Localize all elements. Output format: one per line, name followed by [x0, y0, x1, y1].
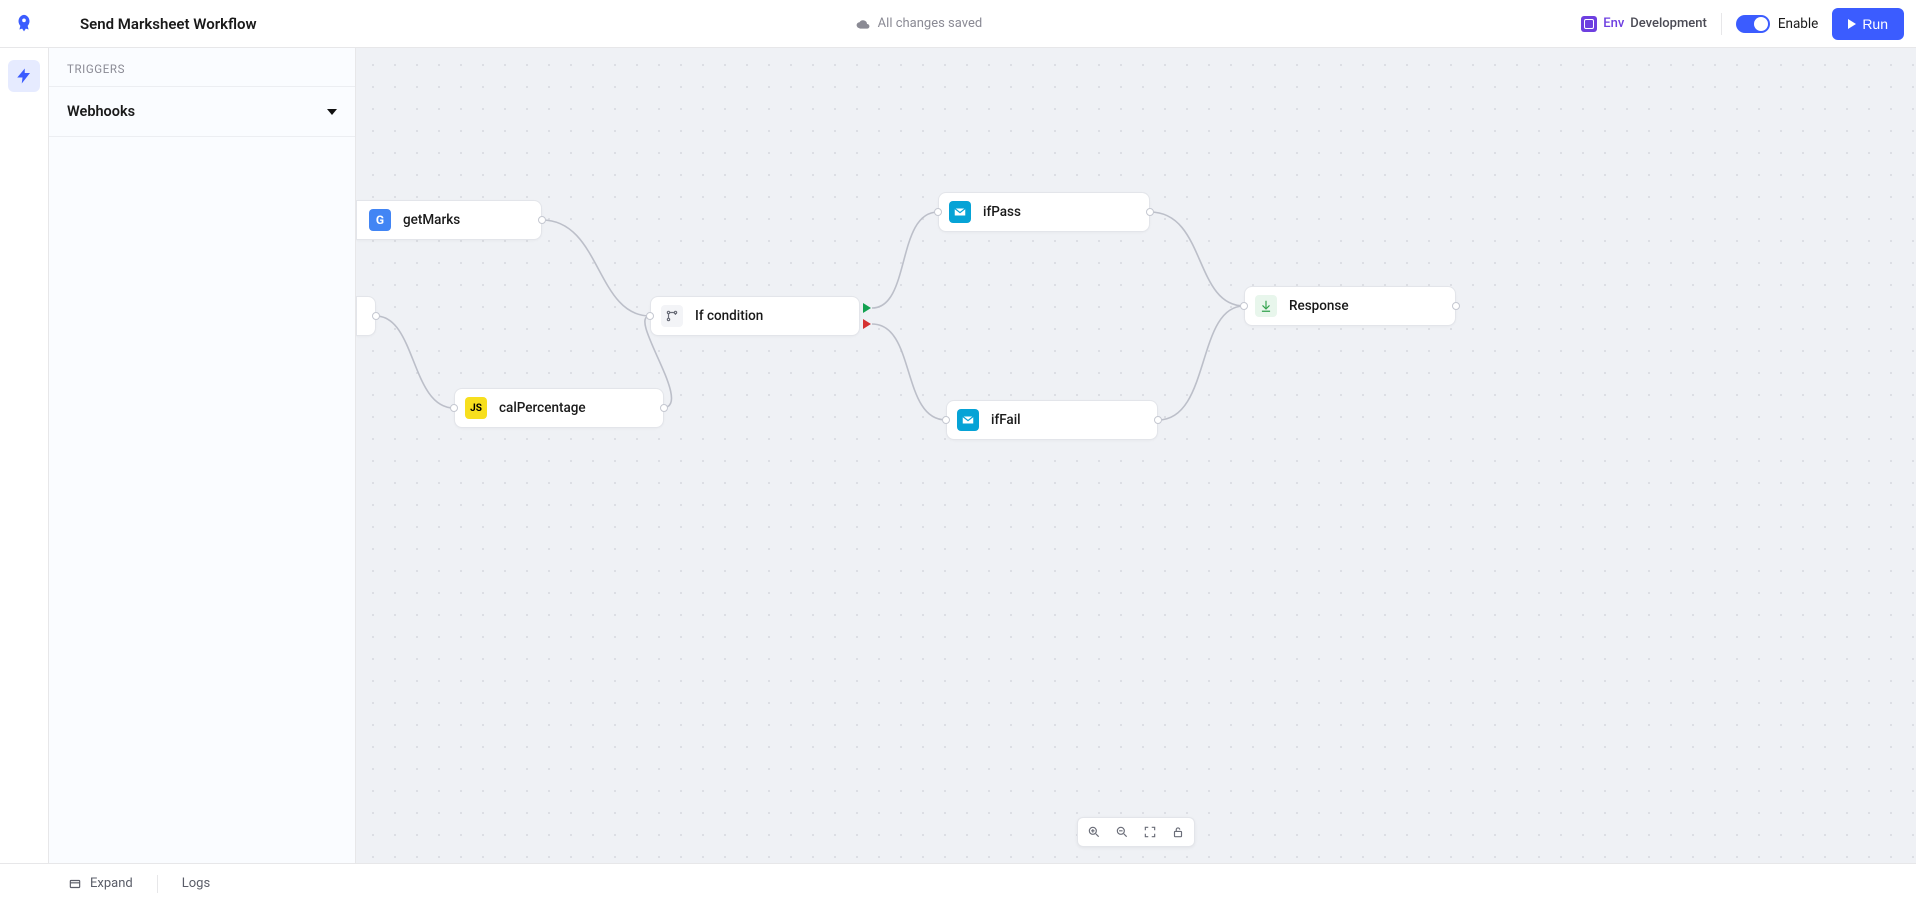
save-status: All changes saved	[878, 16, 983, 31]
play-icon	[1848, 19, 1856, 29]
node-ifpass[interactable]: ifPass	[938, 192, 1150, 232]
divider	[157, 875, 158, 893]
enable-toggle[interactable]	[1736, 15, 1770, 33]
workflow-title: Send Marksheet Workflow	[80, 15, 257, 33]
run-button[interactable]: Run	[1832, 8, 1904, 40]
logs-label: Logs	[182, 876, 210, 891]
node-label: Response	[1289, 298, 1349, 314]
node-label: ifFail	[991, 412, 1021, 428]
branch-icon	[661, 305, 683, 327]
run-label: Run	[1862, 16, 1888, 32]
footer: Expand Logs	[0, 863, 1916, 903]
zoom-out-button[interactable]	[1112, 822, 1132, 842]
expand-button[interactable]: Expand	[68, 876, 133, 891]
fit-view-button[interactable]	[1140, 822, 1160, 842]
node-calpercentage[interactable]: JS calPercentage	[454, 388, 664, 428]
env-label: Env	[1603, 16, 1624, 31]
node-label: ifPass	[983, 204, 1021, 220]
cloud-saved-icon	[856, 17, 870, 31]
node-label: calPercentage	[499, 400, 586, 416]
node-response[interactable]: Response	[1244, 286, 1456, 326]
divider	[1721, 13, 1722, 35]
expand-label: Expand	[90, 876, 133, 891]
sidebar-item-label: Webhooks	[67, 103, 135, 120]
rocket-icon[interactable]	[10, 10, 38, 38]
mail-icon	[949, 201, 971, 223]
chevron-down-icon	[327, 109, 337, 115]
logs-button[interactable]: Logs	[182, 876, 210, 891]
node-label: If condition	[695, 308, 763, 324]
env-icon	[1581, 16, 1597, 32]
canvas[interactable]: G getMarks JS calPercentage If condition	[356, 48, 1916, 863]
if-false-handle[interactable]	[863, 319, 871, 329]
js-icon: JS	[465, 397, 487, 419]
response-icon	[1255, 295, 1277, 317]
canvas-controls	[1077, 817, 1195, 847]
expand-icon	[68, 877, 82, 891]
node-label: getMarks	[403, 212, 460, 228]
if-true-handle[interactable]	[863, 303, 871, 313]
left-rail	[0, 48, 48, 863]
node-getmarks[interactable]: G getMarks	[356, 200, 542, 240]
mail-icon	[957, 409, 979, 431]
rail-workflow-icon[interactable]	[8, 60, 40, 92]
node-if-condition[interactable]: If condition	[650, 296, 860, 336]
env-selector[interactable]: Env Development	[1581, 16, 1707, 32]
zoom-in-button[interactable]	[1084, 822, 1104, 842]
google-sheets-icon: G	[369, 209, 391, 231]
header: Send Marksheet Workflow All changes save…	[0, 0, 1916, 48]
env-name: Development	[1630, 16, 1707, 31]
sidebar-item-webhooks[interactable]: Webhooks	[49, 87, 355, 137]
node-iffail[interactable]: ifFail	[946, 400, 1158, 440]
enable-label: Enable	[1778, 16, 1819, 32]
if-output-handles	[863, 303, 871, 329]
sidebar: TRIGGERS Webhooks	[48, 48, 356, 863]
lock-button[interactable]	[1168, 822, 1188, 842]
node-merge-clipped[interactable]	[356, 296, 376, 336]
sidebar-section-label: TRIGGERS	[49, 48, 355, 87]
